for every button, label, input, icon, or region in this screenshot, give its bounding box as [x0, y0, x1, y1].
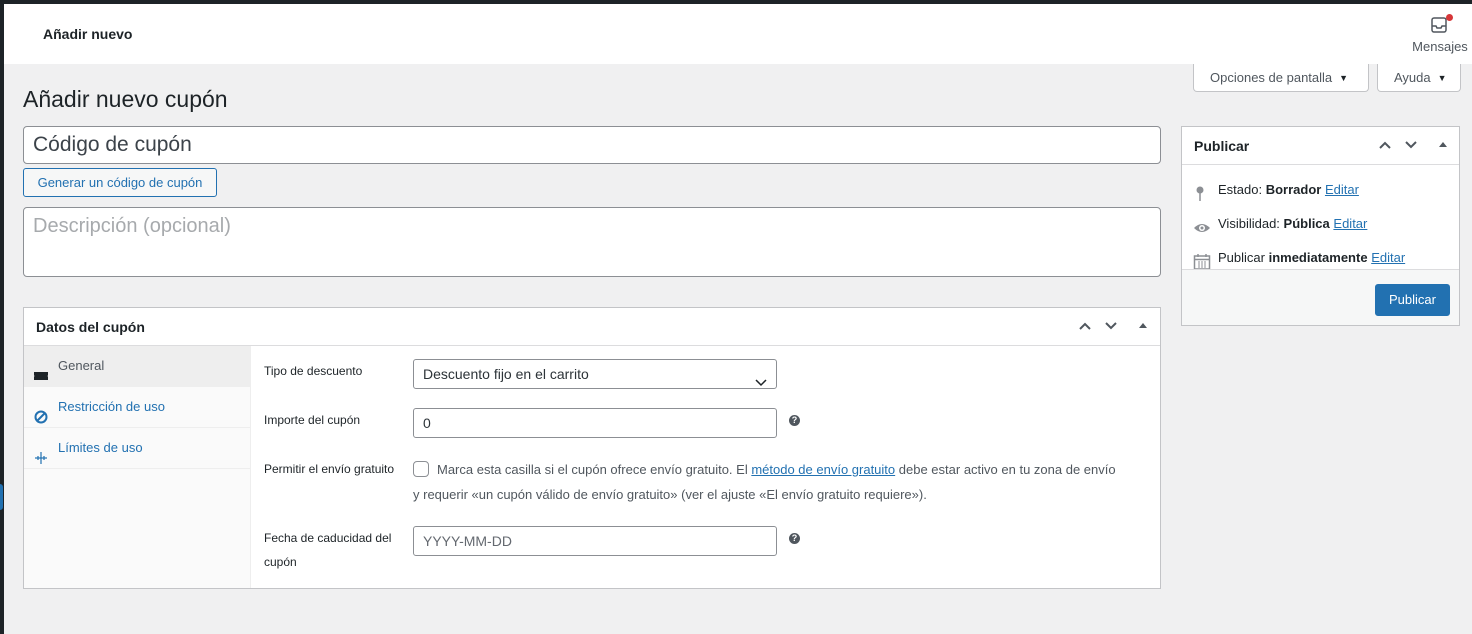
caret-down-icon: ▼: [1339, 73, 1349, 83]
tab-usage-limits[interactable]: Límites de uso: [24, 428, 250, 469]
page-title: Añadir nuevo cupón: [23, 86, 228, 112]
move-up-icon[interactable]: [1077, 318, 1093, 334]
notification-dot: [1446, 14, 1453, 21]
discount-type-select[interactable]: Descuento fijo en el carrito: [413, 359, 777, 389]
publish-title: Publicar: [1194, 138, 1250, 154]
generate-coupon-code-button[interactable]: Generar un código de cupón: [23, 168, 217, 197]
coupon-description-textarea[interactable]: [23, 207, 1161, 277]
tab-label: Límites de uso: [58, 440, 143, 455]
messages-button[interactable]: Mensajes: [1408, 14, 1472, 58]
edit-status-link[interactable]: Editar: [1325, 182, 1359, 197]
visibility-label: Visibilidad:: [1218, 216, 1284, 231]
caret-down-icon: ▼: [1437, 73, 1447, 83]
schedule-label: Publicar: [1218, 250, 1269, 265]
coupon-amount-input[interactable]: [413, 408, 777, 438]
publish-button[interactable]: Publicar: [1375, 284, 1450, 316]
coupon-data-box: Datos del cupón General Restricción de u…: [23, 307, 1161, 589]
visibility-row: Visibilidad: Pública Editar: [1182, 207, 1459, 241]
post-status-row: Estado: Borrador Editar: [1182, 173, 1459, 207]
collapse-toggle-icon[interactable]: [1135, 318, 1151, 334]
discount-type-value: Descuento fijo en el carrito: [423, 366, 589, 382]
free-shipping-description: Marca esta casilla si el cupón ofrece en…: [413, 457, 1123, 507]
chevron-down-icon: [755, 369, 767, 397]
calendar-icon: [1193, 250, 1211, 270]
free-shipping-checkbox[interactable]: [413, 461, 429, 477]
move-down-icon[interactable]: [1403, 137, 1419, 153]
edit-visibility-link[interactable]: Editar: [1333, 216, 1367, 231]
edit-schedule-link[interactable]: Editar: [1371, 250, 1405, 265]
free-shipping-method-link[interactable]: método de envío gratuito: [751, 462, 895, 477]
collapse-toggle-icon[interactable]: [1435, 137, 1451, 153]
move-up-icon[interactable]: [1377, 137, 1393, 153]
free-shipping-label: Permitir el envío gratuito: [264, 462, 395, 476]
publish-actions: Publicar: [1182, 269, 1459, 325]
admin-menu-edge: [0, 0, 4, 634]
header-title: Añadir nuevo: [43, 26, 133, 42]
tab-general[interactable]: General: [24, 346, 250, 387]
move-down-icon[interactable]: [1103, 318, 1119, 334]
free-shipping-text-before: Marca esta casilla si el cupón ofrece en…: [437, 462, 752, 477]
expiry-date-label: Fecha de caducidad del cupón: [264, 531, 392, 569]
ticket-icon: [34, 359, 48, 380]
screen-options-label: Opciones de pantalla: [1210, 70, 1333, 85]
status-label: Estado:: [1218, 182, 1266, 197]
schedule-value: inmediatamente: [1268, 250, 1368, 265]
help-button[interactable]: Ayuda ▼: [1377, 64, 1461, 92]
visibility-value: Pública: [1283, 216, 1330, 231]
tab-label: General: [58, 358, 105, 373]
publish-header: Publicar: [1182, 127, 1459, 165]
block-icon: [34, 400, 48, 424]
general-panel: Tipo de descuento Descuento fijo en el c…: [251, 346, 1160, 588]
help-tip-icon[interactable]: ?: [789, 533, 800, 544]
publish-box: Publicar Estado: Borrador Editar Visibil…: [1181, 126, 1460, 326]
discount-type-label: Tipo de descuento: [264, 364, 363, 378]
messages-label: Mensajes: [1412, 39, 1468, 54]
coupon-data-title: Datos del cupón: [36, 319, 145, 335]
menu-indicator: [0, 484, 3, 510]
help-label: Ayuda: [1394, 70, 1431, 85]
tab-label: Restricción de uso: [58, 399, 165, 414]
eye-icon: [1193, 216, 1211, 234]
coupon-amount-label: Importe del cupón: [264, 413, 361, 427]
status-value: Borrador: [1265, 182, 1322, 197]
pin-icon: [1193, 182, 1211, 201]
coupon-code-input[interactable]: [23, 126, 1161, 164]
limits-icon: [34, 441, 48, 464]
screen-options-button[interactable]: Opciones de pantalla ▼: [1193, 64, 1369, 92]
expiry-date-input[interactable]: [413, 526, 777, 556]
woocommerce-header: Añadir nuevo Mensajes: [4, 4, 1472, 64]
coupon-data-tabs: General Restricción de uso Límites de us…: [24, 346, 251, 588]
tab-usage-restriction[interactable]: Restricción de uso: [24, 387, 250, 428]
coupon-data-header: Datos del cupón: [24, 308, 1160, 346]
help-tip-icon[interactable]: ?: [789, 415, 800, 426]
